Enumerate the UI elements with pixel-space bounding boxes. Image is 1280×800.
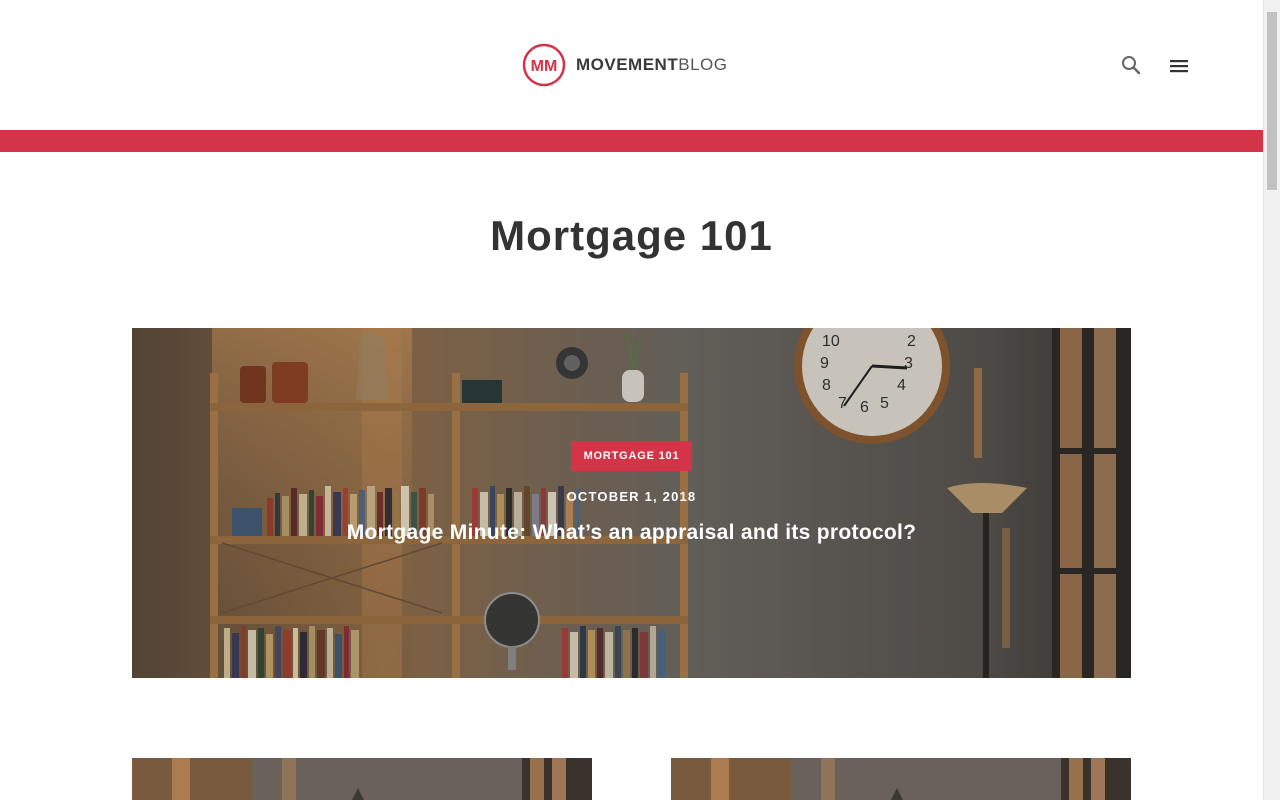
search-button[interactable] xyxy=(1119,53,1143,77)
site-logo[interactable]: MM MOVEMENTBLOG xyxy=(522,42,727,88)
logo-wordmark-light: BLOG xyxy=(678,55,728,74)
post-card[interactable] xyxy=(132,758,592,800)
category-badge[interactable]: MORTGAGE 101 xyxy=(570,441,693,471)
logo-wordmark-bold: MOVEMENT xyxy=(576,55,679,74)
search-icon xyxy=(1122,56,1141,75)
post-title[interactable]: Mortgage Minute: What’s an appraisal and… xyxy=(132,521,1131,545)
menu-button[interactable] xyxy=(1167,54,1191,78)
post-date: OCTOBER 1, 2018 xyxy=(566,489,697,504)
scrollbar-thumb[interactable] xyxy=(1267,12,1277,190)
page-scrollbar[interactable] xyxy=(1263,0,1280,800)
hamburger-menu-icon xyxy=(1170,60,1188,73)
featured-post-content: MORTGAGE 101 OCTOBER 1, 2018 Mortgage Mi… xyxy=(132,441,1131,545)
page-title: Mortgage 101 xyxy=(490,212,773,259)
logo-mark-text: MM xyxy=(531,58,558,75)
post-thumbnail-image xyxy=(132,758,592,800)
logo-wordmark: MOVEMENTBLOG xyxy=(576,55,727,75)
featured-post-card[interactable]: 10 2 3 9 4 8 7 5 6 MORTGAGE 101 OCTOBER … xyxy=(132,328,1131,678)
site-header: MM MOVEMENTBLOG xyxy=(0,0,1263,130)
logo-mark-icon: MM xyxy=(522,43,566,87)
header-accent-band xyxy=(0,130,1263,152)
post-card[interactable] xyxy=(671,758,1131,800)
post-thumbnail-image xyxy=(671,758,1131,800)
